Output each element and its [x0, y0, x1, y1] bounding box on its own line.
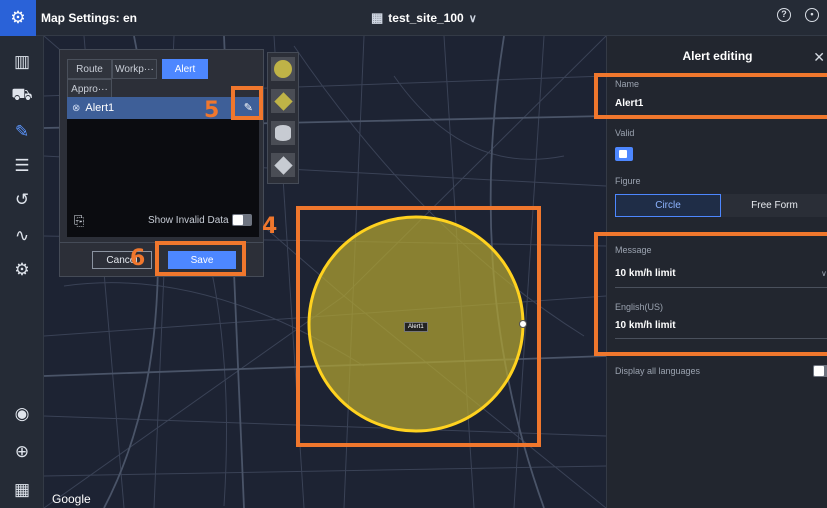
shape-palette — [267, 52, 299, 184]
figure-circle-button[interactable]: Circle — [615, 194, 721, 217]
qr-icon: ▦ — [371, 10, 384, 25]
remove-icon[interactable]: ⊗ — [72, 103, 80, 114]
top-icons: ? • — [777, 8, 819, 22]
show-invalid-toggle[interactable] — [232, 214, 252, 226]
circle-shape-button[interactable] — [271, 57, 295, 81]
figure-label: Figure — [615, 176, 641, 186]
polygon-shape-icon — [273, 91, 293, 111]
display-all-toggle[interactable] — [813, 365, 827, 377]
route-edit-icon[interactable]: ✎ — [7, 118, 37, 146]
annotation-box-name — [594, 73, 827, 119]
site-name: test_site_100 — [388, 11, 464, 25]
tab-workplace[interactable]: Workp··· — [112, 59, 157, 79]
layers-button[interactable] — [271, 153, 295, 177]
path-icon[interactable]: ∿ — [7, 222, 37, 250]
annotation-number-6: 6 — [130, 246, 146, 271]
logo-icon[interactable]: ⚙ — [0, 0, 36, 36]
annotation-box-6 — [155, 241, 246, 276]
app-window: ⚙ Map Settings: en ▦ test_site_100 ∨ ? •… — [0, 0, 827, 508]
cylinder-shape-button[interactable] — [271, 121, 295, 145]
list-item-label: Alert1 — [85, 102, 115, 114]
help-icon[interactable]: ? — [777, 8, 791, 22]
left-nav: ▥ ⛟ ✎ ☰ ↺ ∿ ⚙ ◉ ⊕ ▦ — [0, 36, 44, 508]
display-all-label: Display all languages — [615, 366, 701, 376]
tab-alert[interactable]: Alert — [162, 59, 208, 79]
vehicle-icon[interactable]: ⛟ — [7, 82, 37, 110]
annotation-box-message — [594, 232, 827, 356]
annotation-box-4 — [296, 206, 541, 447]
annotation-number-4: 4 — [262, 214, 278, 239]
valid-label: Valid — [615, 128, 635, 138]
site-selector[interactable]: ▦ test_site_100 ∨ — [371, 10, 477, 26]
globe-icon[interactable]: ⊕ — [7, 438, 37, 466]
apps-grid-icon[interactable]: ▦ — [7, 476, 37, 504]
top-bar: ⚙ Map Settings: en ▦ test_site_100 ∨ ? • — [0, 0, 827, 36]
tab-approach[interactable]: Appro··· — [67, 79, 112, 99]
settings-icon[interactable]: ⚙ — [7, 256, 37, 284]
close-icon[interactable]: ✕ — [813, 49, 825, 66]
account-icon[interactable]: • — [805, 8, 819, 22]
map-attribution: Google — [52, 492, 91, 506]
list-icon[interactable]: ☰ — [7, 152, 37, 180]
annotation-box-5 — [231, 86, 263, 120]
tab-route[interactable]: Route — [67, 59, 112, 79]
annotation-number-5: 5 — [204, 98, 220, 123]
polygon-shape-button[interactable] — [271, 89, 295, 113]
chevron-down-icon: ∨ — [468, 12, 477, 25]
circle-shape-icon — [274, 60, 292, 78]
location-icon[interactable]: ◉ — [7, 400, 37, 428]
valid-checkbox[interactable] — [615, 147, 633, 161]
map-icon[interactable]: ▥ — [7, 48, 37, 76]
layers-icon — [273, 155, 293, 175]
copy-icon[interactable]: ⎘ — [74, 213, 84, 229]
app-title: Map Settings: en — [41, 10, 138, 25]
figure-free-form-button[interactable]: Free Form — [721, 194, 827, 217]
panel-title: Alert editing — [682, 49, 753, 63]
show-invalid-label: Show Invalid Data — [148, 215, 229, 226]
cylinder-shape-icon — [275, 125, 291, 141]
history-icon[interactable]: ↺ — [7, 186, 37, 214]
